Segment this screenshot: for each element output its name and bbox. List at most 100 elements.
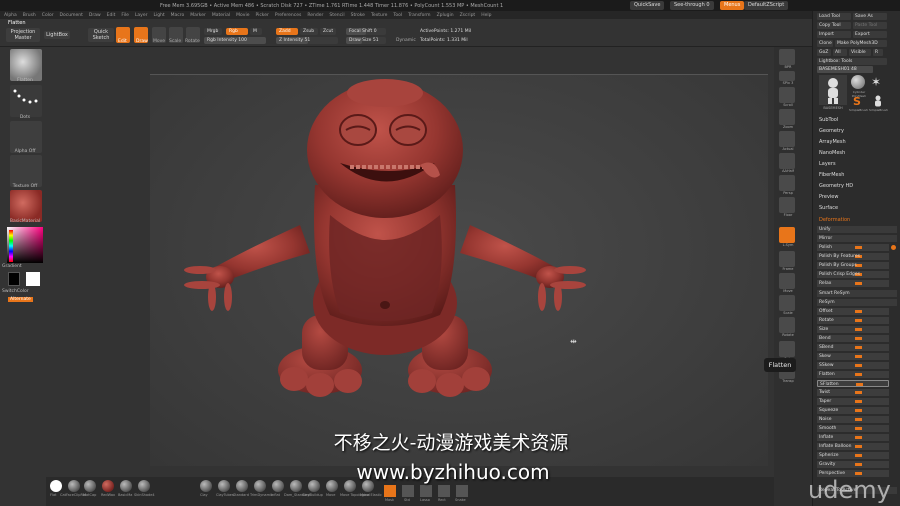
- inflate-balloon-slider[interactable]: Inflate Balloon: [817, 443, 889, 450]
- brush-thumbnail[interactable]: [10, 49, 42, 81]
- all-button[interactable]: All: [833, 49, 847, 56]
- taper-slider[interactable]: Taper: [817, 398, 889, 405]
- quick-sketch-button[interactable]: Quick Sketch: [88, 28, 114, 42]
- texture-thumbnail[interactable]: [10, 155, 42, 187]
- projection-master-button[interactable]: Projection Master: [6, 28, 40, 42]
- menu-texture[interactable]: Texture: [371, 13, 387, 18]
- default-zscript-button[interactable]: DefaultZScript: [744, 1, 789, 10]
- mirror-button[interactable]: Mirror: [817, 235, 897, 242]
- alternate-button[interactable]: Alternate: [8, 297, 33, 302]
- solo-icon[interactable]: [779, 341, 795, 357]
- trimdynamic-brush-icon[interactable]: [254, 480, 266, 492]
- menu-picker[interactable]: Picker: [255, 13, 268, 18]
- secondary-color-swatch[interactable]: [26, 272, 40, 286]
- offset-slider[interactable]: Offset: [817, 308, 889, 315]
- basicmaterial-icon[interactable]: [120, 480, 132, 492]
- resym-button[interactable]: ReSym: [817, 299, 897, 306]
- skew-slider[interactable]: Skew: [817, 353, 889, 360]
- polish-crisp-slider[interactable]: Polish Crisp Edges: [817, 271, 889, 278]
- menu-marker[interactable]: Marker: [190, 13, 206, 18]
- menu-stroke[interactable]: Stroke: [351, 13, 365, 18]
- spherize-slider[interactable]: Spherize: [817, 452, 889, 459]
- menu-help[interactable]: Help: [481, 13, 491, 18]
- layers-palette[interactable]: Layers: [819, 161, 836, 167]
- redwax-material-icon[interactable]: [102, 480, 114, 492]
- std-icon[interactable]: [402, 485, 414, 497]
- flatten-slider[interactable]: Flatten: [817, 371, 889, 378]
- import-button[interactable]: Import: [817, 31, 851, 38]
- menu-document[interactable]: Document: [60, 13, 83, 18]
- scale-view-icon[interactable]: [779, 295, 795, 311]
- squeeze-slider[interactable]: Squeeze: [817, 407, 889, 414]
- menu-zplugin[interactable]: Zplugin: [437, 13, 454, 18]
- document-canvas[interactable]: [150, 74, 768, 466]
- geometry-palette[interactable]: Geometry: [819, 128, 844, 134]
- menu-stencil[interactable]: Stencil: [329, 13, 344, 18]
- zsub-button[interactable]: Zsub: [300, 28, 318, 35]
- twist-slider[interactable]: Twist: [817, 389, 889, 396]
- rect-icon[interactable]: [438, 485, 450, 497]
- clay-brush-icon[interactable]: [200, 480, 212, 492]
- sbend-slider[interactable]: SBend: [817, 344, 889, 351]
- rotate-view-icon[interactable]: [779, 317, 795, 333]
- polish-toggle[interactable]: [891, 245, 896, 250]
- menu-layer[interactable]: Layer: [135, 13, 148, 18]
- sflatten-slider[interactable]: SFlatten: [817, 380, 889, 387]
- r-button[interactable]: R: [873, 49, 883, 56]
- standard-brush-icon[interactable]: [236, 480, 248, 492]
- menu-color[interactable]: Color: [42, 13, 54, 18]
- smart-resym-button[interactable]: Smart ReSym: [817, 290, 897, 297]
- make-polymesh-button[interactable]: Make PolyMesh3D: [835, 40, 887, 47]
- arraymesh-palette[interactable]: ArrayMesh: [819, 139, 846, 145]
- bend-slider[interactable]: Bend: [817, 335, 889, 342]
- lightbox-tools-button[interactable]: Lightbox: Tools: [817, 58, 887, 65]
- menu-preferences[interactable]: Preferences: [275, 13, 301, 18]
- main-color-swatch[interactable]: [8, 272, 20, 286]
- frame-icon[interactable]: [779, 251, 795, 267]
- menu-alpha[interactable]: Alpha: [4, 13, 17, 18]
- lasso-icon[interactable]: [420, 485, 432, 497]
- relax-slider[interactable]: Relax: [817, 280, 889, 287]
- aahalf-icon[interactable]: [779, 153, 795, 169]
- clone-button[interactable]: Clone: [817, 40, 833, 47]
- star-tool-thumb[interactable]: ✶: [871, 75, 885, 89]
- z-intensity-slider[interactable]: Z Intensity 51: [276, 37, 338, 44]
- export-button[interactable]: Export: [853, 31, 887, 38]
- snake-icon[interactable]: [456, 485, 468, 497]
- basemesh-tool-thumb[interactable]: [819, 75, 847, 105]
- stroke-thumbnail[interactable]: [10, 85, 42, 117]
- preview-palette[interactable]: Preview: [819, 194, 838, 200]
- local-symmetry-icon[interactable]: [779, 227, 795, 243]
- menu-brush[interactable]: Brush: [23, 13, 36, 18]
- goz-button[interactable]: GoZ: [817, 49, 831, 56]
- polish-groups-slider[interactable]: Polish By Groups: [817, 262, 889, 269]
- creature-model[interactable]: [150, 75, 768, 467]
- simplebrush-tool-thumb[interactable]: S: [853, 95, 865, 108]
- inflat-brush-icon[interactable]: [272, 480, 284, 492]
- mask-icon[interactable]: [384, 485, 396, 497]
- move-brush-icon[interactable]: [326, 480, 338, 492]
- move-view-icon[interactable]: [779, 273, 795, 289]
- deformation-palette[interactable]: Deformation: [819, 217, 850, 223]
- catface-material-icon[interactable]: [68, 480, 80, 492]
- bpr-icon[interactable]: [779, 49, 795, 65]
- floor-icon[interactable]: [779, 197, 795, 213]
- claybuildup-brush-icon[interactable]: [308, 480, 320, 492]
- zoom-icon[interactable]: [779, 109, 795, 125]
- copy-tool-button[interactable]: Copy Tool: [817, 22, 851, 29]
- focal-shift-slider[interactable]: Focal Shift 0: [346, 28, 386, 35]
- damstandard-brush-icon[interactable]: [290, 480, 302, 492]
- viewport[interactable]: ⇹: [46, 47, 774, 477]
- claytubes-brush-icon[interactable]: [218, 480, 230, 492]
- menu-draw[interactable]: Draw: [89, 13, 101, 18]
- rgb-button[interactable]: Rgb: [226, 28, 248, 35]
- material-thumbnail[interactable]: [10, 190, 42, 222]
- menu-light[interactable]: Light: [153, 13, 164, 18]
- menus-button[interactable]: Menus: [720, 1, 745, 10]
- figure-tool-thumb[interactable]: [871, 95, 885, 107]
- m-button[interactable]: M: [250, 28, 262, 35]
- menu-render[interactable]: Render: [307, 13, 323, 18]
- noise-slider[interactable]: Noise: [817, 416, 889, 423]
- save-as-button[interactable]: Save As: [853, 13, 887, 20]
- matcap-material-icon[interactable]: [84, 480, 96, 492]
